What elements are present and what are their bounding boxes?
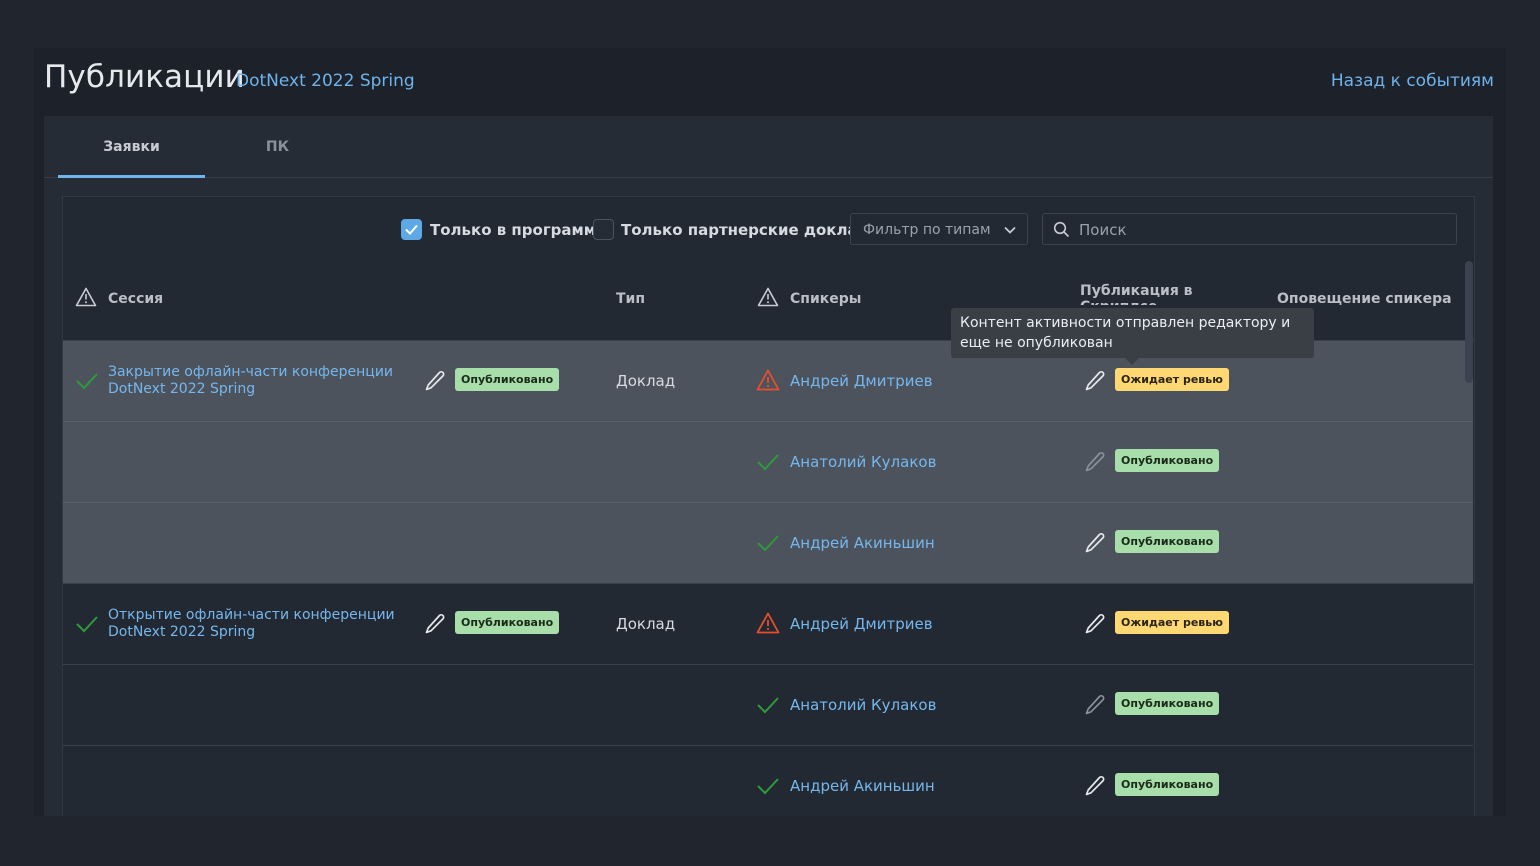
publications-table-card: Только в программе Только партнерские до… bbox=[62, 196, 1475, 816]
speaker-link[interactable]: Андрей Дмитриев bbox=[790, 615, 933, 633]
speaker-link[interactable]: Анатолий Кулаков bbox=[790, 453, 936, 471]
event-name-link[interactable]: DotNext 2022 Spring bbox=[236, 71, 415, 91]
main-panel: Заявки ПК Только в программе Только парт… bbox=[44, 116, 1493, 816]
speaker-link[interactable]: Анатолий Кулаков bbox=[790, 696, 936, 714]
publications-window: Публикации DotNext 2022 Spring Назад к с… bbox=[34, 48, 1506, 816]
check-icon bbox=[76, 373, 98, 390]
search-icon bbox=[1053, 221, 1070, 238]
only-partner-checkbox[interactable] bbox=[593, 219, 614, 240]
active-tab-indicator bbox=[58, 175, 205, 178]
pencil-icon[interactable] bbox=[423, 612, 447, 636]
pencil-icon[interactable] bbox=[1083, 369, 1107, 393]
status-badge: Опубликовано bbox=[455, 611, 560, 634]
chevron-down-icon bbox=[1004, 226, 1016, 234]
publication-status-badge: Опубликовано bbox=[1115, 530, 1220, 553]
pencil-icon[interactable] bbox=[1083, 450, 1107, 474]
speaker-link[interactable]: Андрей Акиньшин bbox=[790, 777, 935, 795]
publication-tooltip: Контент активности отправлен редактору и… bbox=[951, 308, 1314, 358]
only-program-label: Только в программе bbox=[430, 221, 607, 239]
type-filter-placeholder: Фильтр по типам bbox=[863, 222, 991, 238]
pencil-icon[interactable] bbox=[1083, 531, 1107, 555]
column-header-type[interactable]: Тип bbox=[616, 291, 645, 307]
status-badge: Опубликовано bbox=[455, 368, 560, 391]
check-icon bbox=[757, 697, 779, 714]
table-row[interactable]: Анатолий Кулаков Опубликовано bbox=[63, 422, 1473, 503]
tab-pk[interactable]: ПК bbox=[204, 116, 351, 178]
table-scrollbar[interactable] bbox=[1465, 261, 1473, 383]
column-header-session[interactable]: Сессия bbox=[108, 291, 163, 307]
publication-status-badge: Ожидает ревью bbox=[1115, 368, 1229, 391]
tab-requests[interactable]: Заявки bbox=[58, 116, 205, 178]
pencil-icon[interactable] bbox=[1083, 693, 1107, 717]
publication-status-badge: Опубликовано bbox=[1115, 449, 1220, 472]
publication-status-badge: Опубликовано bbox=[1115, 773, 1220, 796]
checkmark-icon bbox=[405, 224, 418, 235]
session-title-link[interactable]: Открытие офлайн-части конференции DotNex… bbox=[108, 607, 398, 640]
tab-bar: Заявки ПК bbox=[44, 116, 1493, 178]
warning-icon bbox=[757, 287, 779, 307]
warning-icon bbox=[75, 287, 97, 307]
speaker-link[interactable]: Андрей Дмитриев bbox=[790, 372, 933, 390]
tooltip-arrow bbox=[1125, 358, 1139, 365]
pencil-icon[interactable] bbox=[423, 369, 447, 393]
table-row[interactable]: Открытие офлайн-части конференции DotNex… bbox=[63, 584, 1473, 665]
type-filter-select[interactable]: Фильтр по типам bbox=[850, 213, 1028, 245]
pencil-icon[interactable] bbox=[1083, 774, 1107, 798]
only-program-checkbox[interactable] bbox=[401, 219, 422, 240]
check-icon bbox=[76, 616, 98, 633]
warning-icon bbox=[756, 369, 780, 391]
only-partner-label: Только партнерские доклады bbox=[621, 221, 884, 239]
filter-toolbar: Только в программе Только партнерские до… bbox=[63, 197, 1474, 261]
check-icon bbox=[757, 778, 779, 795]
search-input[interactable] bbox=[1079, 218, 1439, 242]
check-icon bbox=[757, 454, 779, 471]
speaker-link[interactable]: Андрей Акиньшин bbox=[790, 534, 935, 552]
column-header-notification[interactable]: Оповещение спикера bbox=[1277, 291, 1452, 307]
publication-status-badge: Ожидает ревью bbox=[1115, 611, 1229, 634]
table-row[interactable]: Андрей Акиньшин Опубликовано bbox=[63, 746, 1473, 816]
back-to-events-link[interactable]: Назад к событиям bbox=[1331, 71, 1494, 91]
session-title-link[interactable]: Закрытие офлайн-части конференции DotNex… bbox=[108, 364, 398, 397]
table-row[interactable]: Андрей Акиньшин Опубликовано bbox=[63, 503, 1473, 584]
search-box[interactable] bbox=[1042, 213, 1457, 245]
check-icon bbox=[757, 535, 779, 552]
publication-status-badge: Опубликовано bbox=[1115, 692, 1220, 715]
pencil-icon[interactable] bbox=[1083, 612, 1107, 636]
page-title: Публикации bbox=[44, 59, 245, 95]
table-row[interactable]: Анатолий Кулаков Опубликовано bbox=[63, 665, 1473, 746]
session-type: Доклад bbox=[616, 372, 676, 390]
warning-icon bbox=[756, 612, 780, 634]
column-header-publication[interactable]: Публикация в Скриплсе bbox=[1080, 283, 1230, 305]
column-header-speakers[interactable]: Спикеры bbox=[790, 291, 861, 307]
session-type: Доклад bbox=[616, 615, 676, 633]
